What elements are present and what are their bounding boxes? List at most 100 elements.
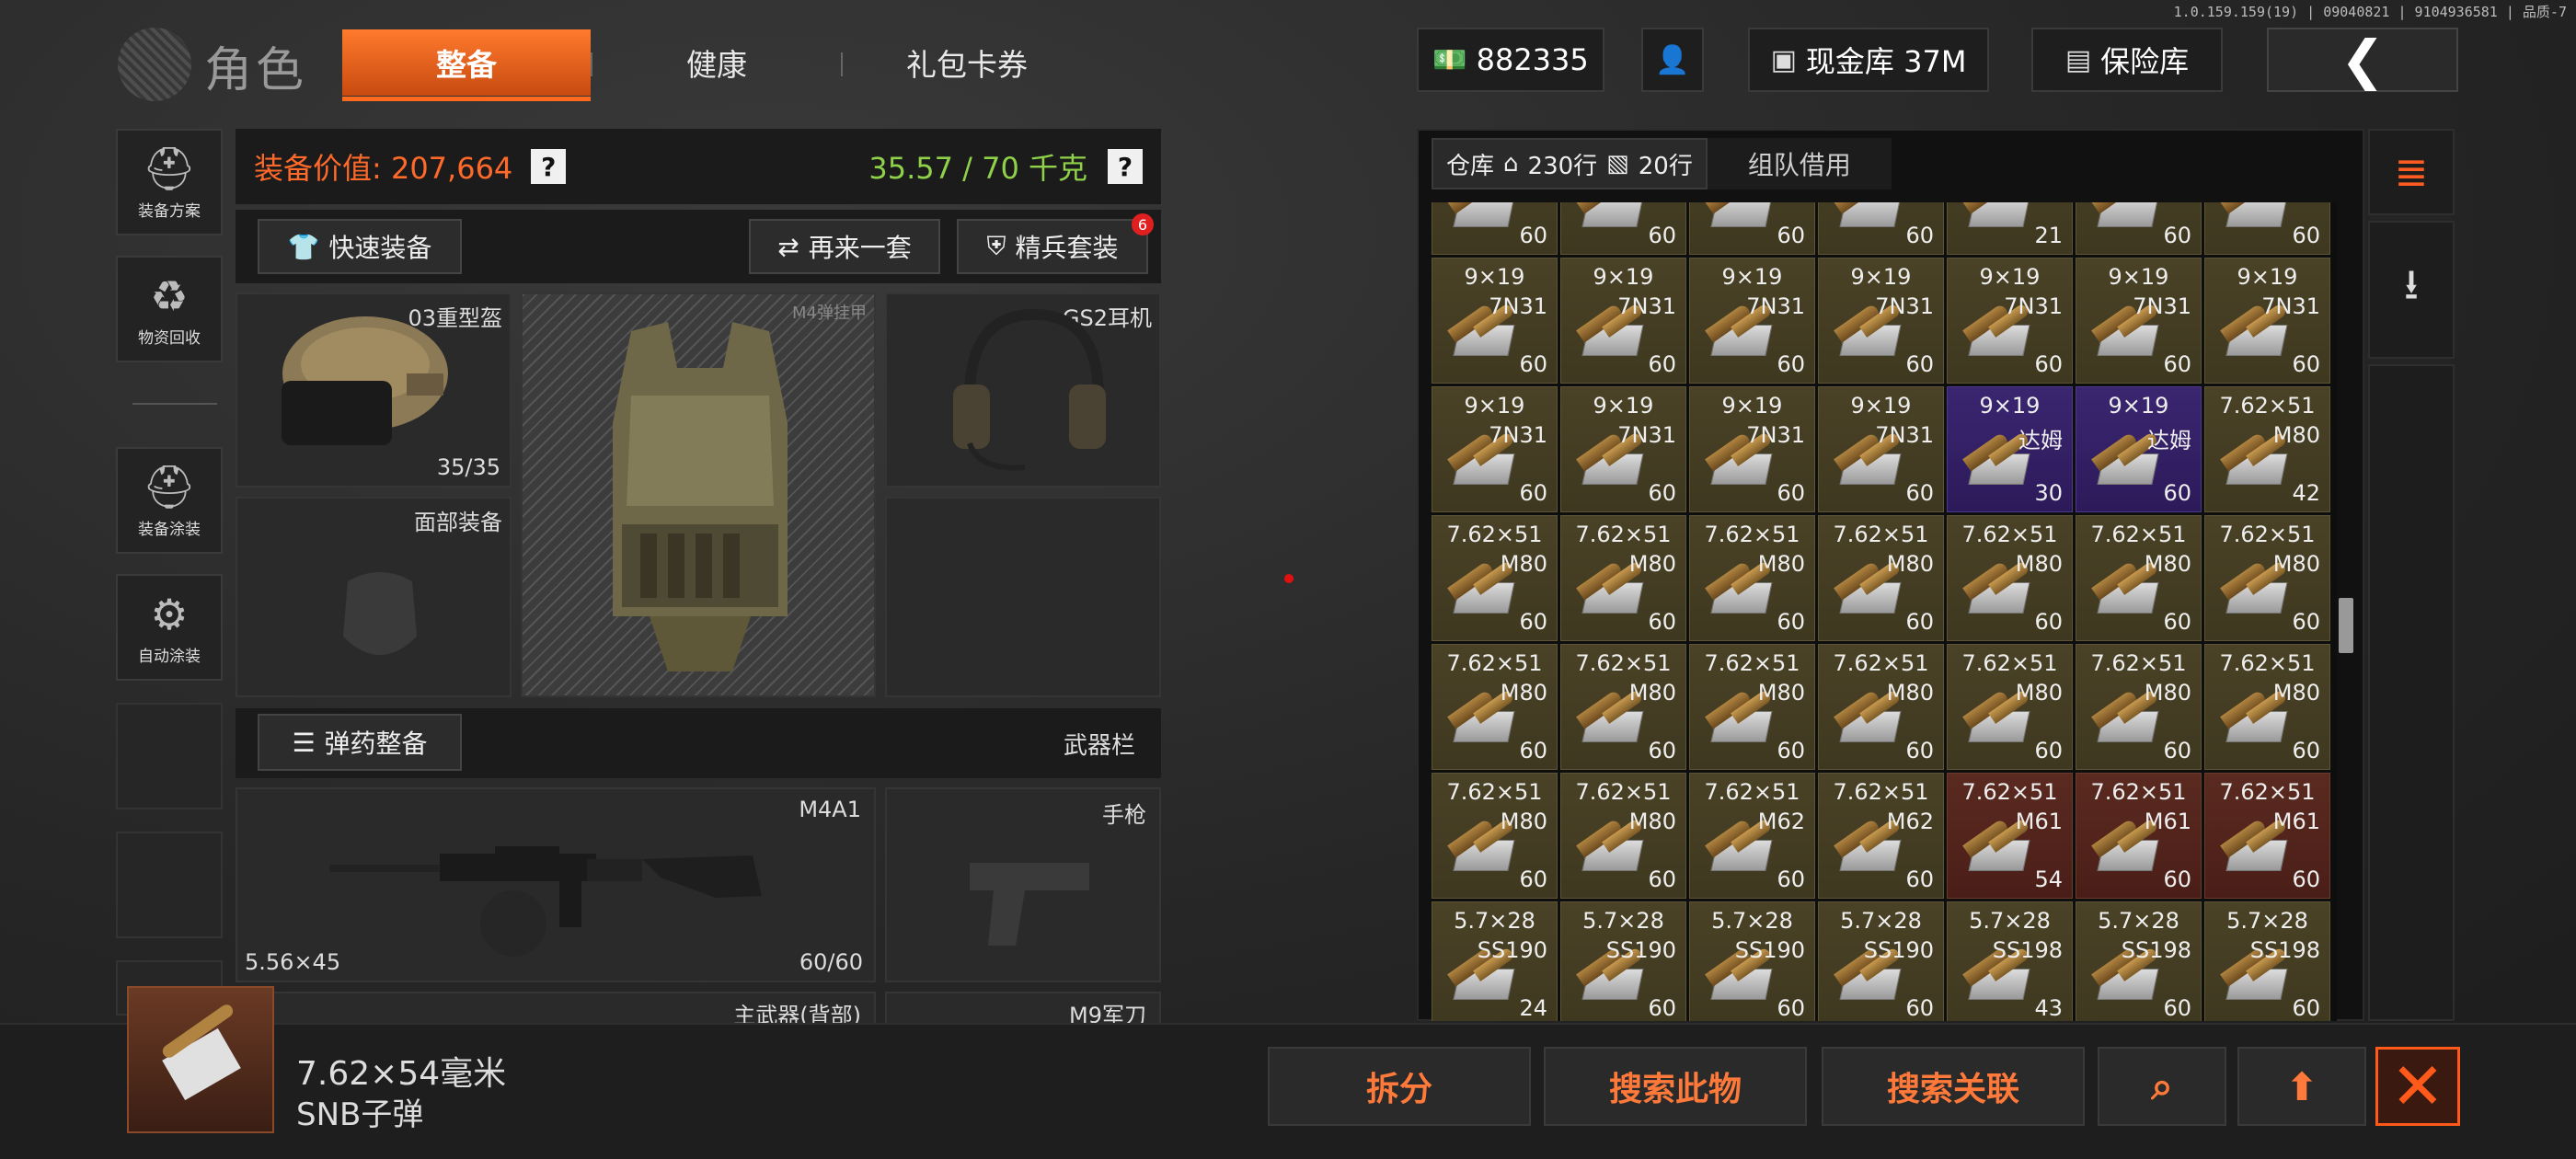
empty-gear-slot[interactable] bbox=[885, 497, 1161, 697]
face-slot[interactable]: 面部装备 bbox=[236, 497, 512, 697]
warehouse-cell[interactable]: 7.62×51 M80 60 bbox=[1947, 515, 2073, 641]
close-button[interactable]: ✕ bbox=[2375, 1047, 2460, 1126]
warehouse-cell[interactable]: 9×19 7N31 60 bbox=[1947, 258, 2073, 384]
warehouse-cell[interactable]: 7.62×51 M61 54 bbox=[1947, 773, 2073, 899]
warehouse-cell[interactable]: 9×19 达姆 30 bbox=[1947, 386, 2073, 512]
collect-button[interactable]: ⭳ bbox=[2368, 221, 2455, 359]
warehouse-cell[interactable]: 7.62×51 M80 60 bbox=[2204, 515, 2330, 641]
ammo-box-icon bbox=[1447, 431, 1523, 490]
sidebar-item-auto-paint[interactable]: ⚙ 自动涂装 bbox=[116, 574, 223, 681]
warehouse-cell[interactable]: 9×19 7N31 60 bbox=[1560, 258, 1686, 384]
warehouse-cell[interactable]: 7.62×51 M80 60 bbox=[2076, 644, 2202, 770]
sell-button[interactable]: ⬆ bbox=[2237, 1047, 2366, 1126]
warehouse-cell[interactable]: 21 bbox=[1947, 202, 2073, 255]
cell-caliber: 9×19 bbox=[1593, 264, 1654, 290]
warehouse-cell[interactable]: 60 bbox=[1560, 202, 1686, 255]
warehouse-cell[interactable]: 5.7×28 SS190 60 bbox=[1560, 901, 1686, 1021]
quick-equip-button[interactable]: 👕 快速装备 bbox=[258, 219, 462, 274]
warehouse-cell[interactable]: 9×19 7N31 60 bbox=[1818, 258, 1944, 384]
warehouse-cell[interactable]: 7.62×51 M80 42 bbox=[2204, 386, 2330, 512]
pistol-slot[interactable]: 手枪 bbox=[885, 787, 1161, 982]
weight-help-button[interactable]: ? bbox=[1108, 149, 1143, 184]
warehouse-cell[interactable]: 9×19 7N31 60 bbox=[1432, 386, 1558, 512]
warehouse-cell[interactable]: 9×19 7N31 60 bbox=[2204, 258, 2330, 384]
warehouse-cell[interactable]: 7.62×51 M80 60 bbox=[1818, 644, 1944, 770]
warehouse-cell[interactable]: 9×19 达姆 60 bbox=[2076, 386, 2202, 512]
selected-item-thumbnail bbox=[127, 986, 274, 1133]
cash-vault-button[interactable]: ▣ 现金库 37M bbox=[1748, 28, 1989, 92]
armor-slot[interactable]: M4弹挂甲 bbox=[521, 293, 876, 697]
warehouse-cell[interactable]: 7.62×51 M80 60 bbox=[2076, 515, 2202, 641]
back-button[interactable]: ❮ bbox=[2267, 28, 2458, 92]
warehouse-cell[interactable]: 7.62×51 M80 60 bbox=[1947, 644, 2073, 770]
selected-item-name: 7.62×54毫米 bbox=[296, 1055, 507, 1093]
cell-count: 60 bbox=[2292, 738, 2320, 763]
warehouse-cell[interactable]: 60 bbox=[2076, 202, 2202, 255]
warehouse-cell[interactable]: 7.62×51 M80 60 bbox=[1689, 644, 1815, 770]
trader-button[interactable]: 👤 bbox=[1641, 28, 1704, 92]
tab-equip[interactable]: 整备 bbox=[342, 29, 591, 101]
warehouse-cell[interactable]: 7.62×51 M80 60 bbox=[1689, 515, 1815, 641]
sidebar-item-paint[interactable]: ⛑ 装备涂装 bbox=[116, 447, 223, 554]
currency-display[interactable]: 💵 882335 bbox=[1417, 28, 1604, 92]
warehouse-cell[interactable]: 7.62×51 M62 60 bbox=[1689, 773, 1815, 899]
warehouse-cell[interactable]: 60 bbox=[1432, 202, 1558, 255]
warehouse-cell[interactable]: 5.7×28 SS190 60 bbox=[1689, 901, 1815, 1021]
search-related-button[interactable]: 搜索关联 bbox=[1822, 1047, 2085, 1126]
warehouse-cell[interactable]: 7.62×51 M80 60 bbox=[1432, 644, 1558, 770]
tab-health[interactable]: 健康 bbox=[592, 29, 841, 96]
warehouse-cell[interactable]: 7.62×51 M62 60 bbox=[1818, 773, 1944, 899]
tab-warehouse[interactable]: 仓库 ⌂ 230行 ▧ 20行 bbox=[1432, 138, 1708, 189]
again-button[interactable]: ⇄ 再来一套 bbox=[749, 219, 940, 274]
tab-gift-cards[interactable]: 礼包卡券 bbox=[843, 29, 1091, 96]
split-button[interactable]: 拆分 bbox=[1268, 1047, 1531, 1126]
search-button[interactable]: ⌕ bbox=[2098, 1047, 2226, 1126]
warehouse-cell[interactable]: 7.62×51 M80 60 bbox=[1818, 515, 1944, 641]
warehouse-cell[interactable]: 5.7×28 SS198 60 bbox=[2076, 901, 2202, 1021]
warehouse-cell[interactable]: 7.62×51 M80 60 bbox=[2204, 644, 2330, 770]
warehouse-cell[interactable]: 7.62×51 M61 60 bbox=[2076, 773, 2202, 899]
warehouse-cell[interactable]: 7.62×51 M80 60 bbox=[1432, 773, 1558, 899]
headset-icon bbox=[953, 308, 1106, 471]
warehouse-cell[interactable]: 9×19 7N31 60 bbox=[1560, 386, 1686, 512]
warehouse-cell[interactable]: 9×19 7N31 60 bbox=[2076, 258, 2202, 384]
ammo-box-icon bbox=[2220, 560, 2295, 619]
warehouse-cell[interactable]: 9×19 7N31 60 bbox=[1689, 258, 1815, 384]
cell-caliber: 7.62×51 bbox=[1575, 650, 1672, 676]
safe-vault-button[interactable]: ▤ 保险库 bbox=[2031, 28, 2223, 92]
headset-slot[interactable]: GS2耳机 bbox=[885, 293, 1161, 488]
sidebar-item-recycle[interactable]: ♻ 物资回收 bbox=[116, 256, 223, 362]
warehouse-cell[interactable]: 9×19 7N31 60 bbox=[1689, 386, 1815, 512]
warehouse-cell[interactable]: 60 bbox=[2204, 202, 2330, 255]
warehouse-cell[interactable]: 5.7×28 SS198 43 bbox=[1947, 901, 2073, 1021]
ammo-equip-button[interactable]: ☰ 弹药整备 bbox=[258, 714, 462, 771]
sidebar-item-loadout-plan[interactable]: ⛑ 装备方案 bbox=[116, 129, 223, 235]
warehouse-scrollbar[interactable] bbox=[2339, 598, 2353, 653]
warehouse-cell[interactable]: 7.62×51 M80 60 bbox=[1560, 644, 1686, 770]
helmet-slot[interactable]: 03重型盔 35/35 bbox=[236, 293, 512, 488]
warehouse-cell[interactable]: 7.62×51 M61 60 bbox=[2204, 773, 2330, 899]
primary-weapon-slot[interactable]: M4A1 5.56×45 60/60 bbox=[236, 787, 876, 982]
cell-count: 60 bbox=[1648, 223, 1676, 248]
warehouse-cell[interactable]: 5.7×28 SS198 60 bbox=[2204, 901, 2330, 1021]
safe-vault-label: 保险库 bbox=[2100, 44, 2190, 79]
warehouse-cell[interactable]: 60 bbox=[1689, 202, 1815, 255]
cell-caliber: 9×19 bbox=[2108, 264, 2169, 290]
cell-variant: M61 bbox=[2144, 809, 2191, 834]
sidebar-item-label: 自动涂装 bbox=[138, 647, 201, 666]
warehouse-cell[interactable]: 7.62×51 M80 60 bbox=[1560, 515, 1686, 641]
again-label: 再来一套 bbox=[808, 233, 912, 263]
value-help-button[interactable]: ? bbox=[531, 149, 567, 184]
warehouse-cell[interactable]: 7.62×51 M80 60 bbox=[1560, 773, 1686, 899]
warehouse-cell[interactable]: 9×19 7N31 60 bbox=[1818, 386, 1944, 512]
elite-kit-button[interactable]: ⛨ 精兵套装 bbox=[957, 219, 1148, 274]
warehouse-cell[interactable]: 9×19 7N31 60 bbox=[1432, 258, 1558, 384]
warehouse-cell[interactable]: 5.7×28 SS190 60 bbox=[1818, 901, 1944, 1021]
warehouse-cell[interactable]: 5.7×28 SS190 24 bbox=[1432, 901, 1558, 1021]
warehouse-cell[interactable]: 7.62×51 M80 60 bbox=[1432, 515, 1558, 641]
cell-variant: M80 bbox=[1500, 809, 1547, 834]
warehouse-cell[interactable]: 60 bbox=[1818, 202, 1944, 255]
search-item-button[interactable]: 搜索此物 bbox=[1544, 1047, 1807, 1126]
tab-team-borrow[interactable]: 组队借用 bbox=[1707, 138, 1892, 189]
sort-button[interactable]: ≣ bbox=[2368, 129, 2455, 215]
